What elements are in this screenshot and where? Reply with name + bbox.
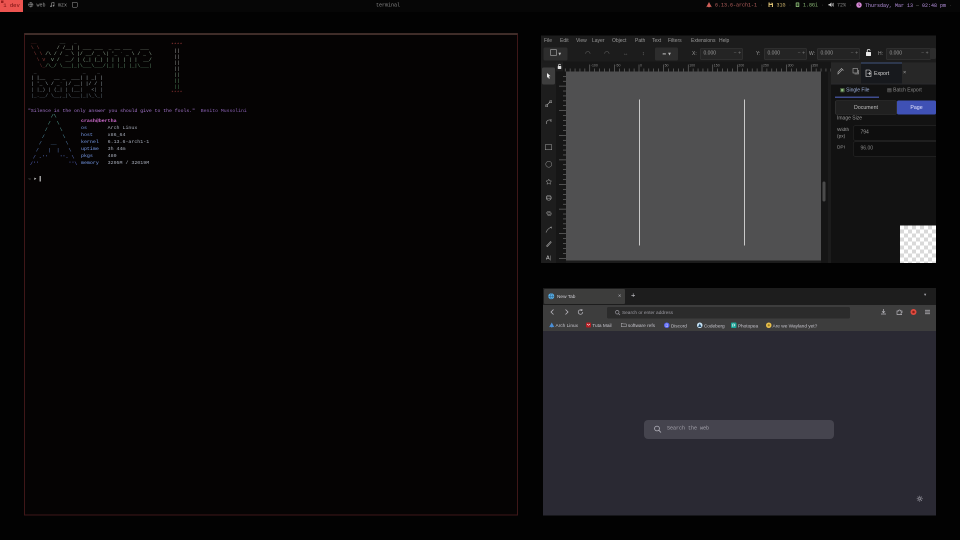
svg-text:200: 200 — [738, 64, 744, 68]
svg-text:150: 150 — [714, 64, 720, 68]
svg-text:50: 50 — [665, 64, 669, 68]
svg-text:-100: -100 — [591, 64, 598, 68]
svg-text:-50: -50 — [615, 64, 620, 68]
svg-text:350: 350 — [812, 64, 818, 68]
svg-text:100: 100 — [689, 64, 695, 68]
svg-text:0: 0 — [640, 64, 642, 68]
svg-text:250: 250 — [763, 64, 769, 68]
svg-text:300: 300 — [788, 64, 794, 68]
